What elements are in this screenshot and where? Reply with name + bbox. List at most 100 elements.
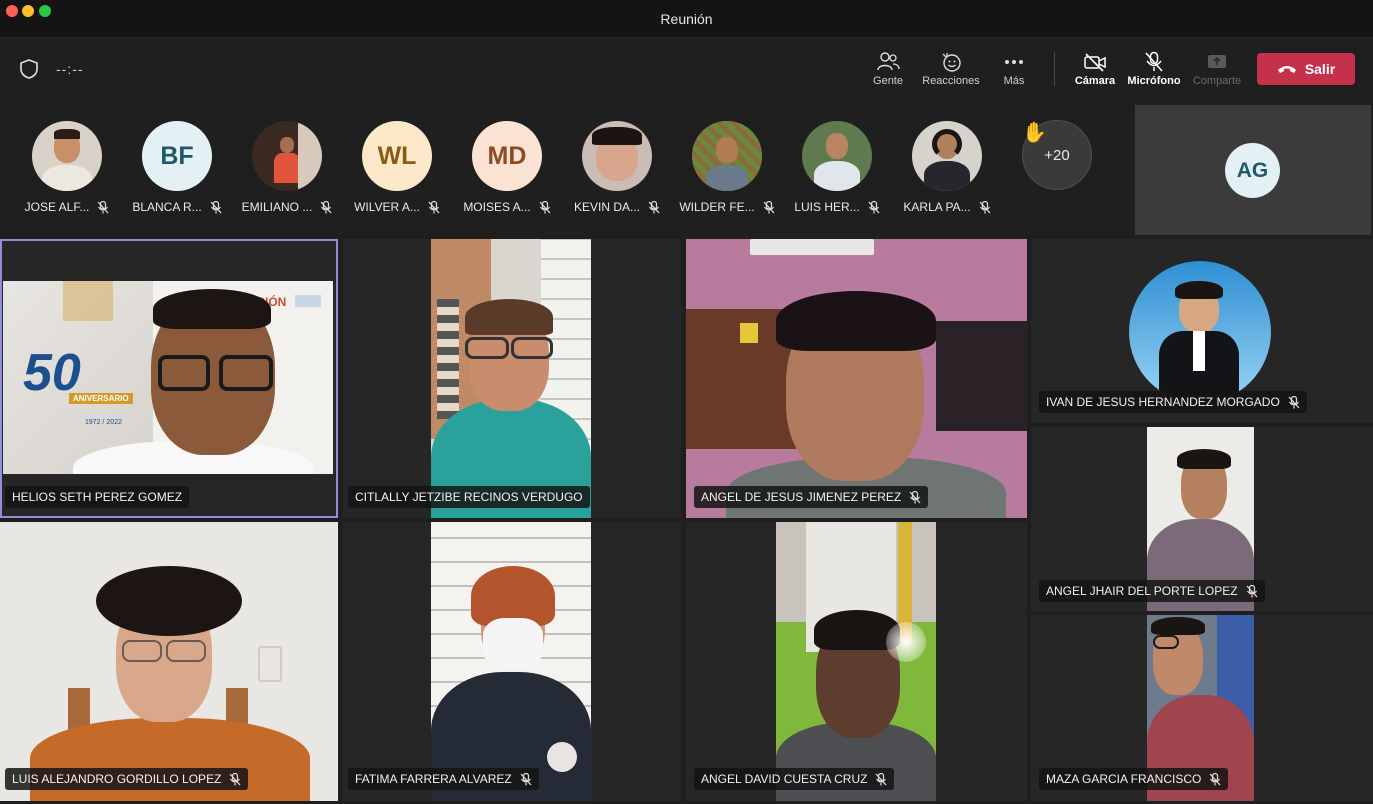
mic-muted-icon — [229, 773, 241, 786]
mic-muted-icon — [97, 201, 109, 214]
participant-name: HELIOS SETH PEREZ GOMEZ — [12, 490, 183, 504]
people-icon — [877, 52, 900, 71]
leave-meeting-button[interactable]: Salir — [1257, 53, 1355, 85]
camera-toggle-button[interactable]: Cámara — [1070, 49, 1120, 93]
mic-muted-icon — [539, 201, 551, 214]
participant-video — [686, 239, 1027, 518]
mic-muted-icon — [320, 201, 332, 214]
participant-video — [431, 522, 591, 801]
mic-muted-icon — [868, 201, 880, 214]
attendee-item[interactable]: WL WILVER A... — [342, 121, 452, 221]
participant-label: ANGEL DE JESUS JIMENEZ PEREZ — [694, 486, 929, 508]
self-avatar: AG — [1225, 143, 1280, 198]
attendee-item[interactable]: MD MOISES A... — [452, 121, 562, 221]
participant-label: HELIOS SETH PEREZ GOMEZ — [5, 486, 190, 508]
avatar — [582, 121, 652, 191]
mic-muted-icon — [1246, 585, 1258, 598]
video-tile-citlally[interactable]: CITLALLY JETZIBE RECINOS VERDUGO — [343, 239, 681, 518]
video-tile-angel-de-jesus[interactable]: ANGEL DE JESUS JIMENEZ PEREZ — [686, 239, 1027, 518]
attendee-name: KARLA PA... — [903, 200, 971, 214]
mic-muted-icon — [909, 491, 921, 504]
more-options-button[interactable]: Más — [996, 49, 1032, 93]
participant-video — [0, 522, 338, 801]
share-label: Comparte — [1192, 75, 1242, 87]
mic-muted-icon — [428, 201, 440, 214]
participant-name: MAZA GARCIA FRANCISCO — [1046, 772, 1202, 786]
attendee-name: JOSE ALF... — [24, 200, 90, 214]
raised-hand-icon: ✋ — [1022, 122, 1047, 144]
people-button[interactable]: Gente — [866, 49, 910, 93]
video-tile-ivan[interactable]: IVAN DE JESUS HERNANDEZ MORGADO — [1031, 239, 1373, 423]
participant-name: CITLALLY JETZIBE RECINOS VERDUGO — [355, 490, 583, 504]
participant-label: IVAN DE JESUS HERNANDEZ MORGADO — [1039, 391, 1307, 413]
video-tile-maza-garcia[interactable]: MAZA GARCIA FRANCISCO — [1031, 615, 1373, 801]
mic-muted-icon — [648, 201, 660, 214]
participant-label: MAZA GARCIA FRANCISCO — [1039, 768, 1229, 790]
avatar — [1129, 261, 1271, 403]
participant-name: ANGEL DAVID CUESTA CRUZ — [701, 772, 868, 786]
participant-name: ANGEL JHAIR DEL PORTE LOPEZ — [1046, 584, 1238, 598]
microphone-toggle-button[interactable]: Micrófono — [1126, 49, 1182, 93]
toolbar-divider — [1054, 52, 1055, 86]
avatar — [802, 121, 872, 191]
camera-label: Cámara — [1074, 75, 1116, 87]
attendee-item[interactable]: KEVIN DA... — [562, 121, 672, 221]
participant-name: IVAN DE JESUS HERNANDEZ MORGADO — [1046, 395, 1280, 409]
participant-label: ANGEL JHAIR DEL PORTE LOPEZ — [1039, 580, 1265, 602]
avatar — [32, 121, 102, 191]
mic-muted-icon — [520, 773, 532, 786]
self-view: AG — [1135, 105, 1371, 235]
window-title: Reunión — [660, 11, 713, 27]
mic-muted-icon — [1288, 396, 1300, 409]
attendee-item[interactable]: KARLA PA... — [892, 121, 1002, 221]
reactions-label: Reacciones — [922, 75, 980, 87]
mic-muted-icon — [979, 201, 991, 214]
leave-label: Salir — [1304, 61, 1336, 77]
shield-icon[interactable] — [18, 58, 40, 80]
attendee-item[interactable]: JOSE ALF... — [12, 121, 122, 221]
attendee-name: KEVIN DA... — [573, 200, 641, 214]
video-tile-helios[interactable]: 50 ANIVERSARIO 1972 / 2022 CACIÓN HELIOS… — [0, 239, 338, 518]
video-tile-fatima[interactable]: FATIMA FARRERA ALVAREZ — [343, 522, 681, 801]
participant-label: ANGEL DAVID CUESTA CRUZ — [694, 768, 895, 790]
avatar — [912, 121, 982, 191]
video-tile-angel-jhair[interactable]: ANGEL JHAIR DEL PORTE LOPEZ — [1031, 427, 1373, 611]
microphone-off-icon — [1145, 51, 1163, 72]
mic-muted-icon — [763, 201, 775, 214]
presenter-video: 50 ANIVERSARIO 1972 / 2022 CACIÓN — [3, 281, 333, 474]
camera-off-icon — [1084, 53, 1106, 72]
slide-years: 1972 / 2022 — [85, 419, 122, 426]
more-label: Más — [1003, 75, 1025, 87]
share-screen-icon — [1208, 55, 1226, 68]
mic-muted-icon — [1209, 773, 1221, 786]
attendee-item[interactable]: LUIS HER... — [782, 121, 892, 221]
reactions-icon — [942, 53, 961, 72]
participant-video — [776, 522, 936, 801]
attendee-name: EMILIANO ... — [241, 200, 313, 214]
video-tile-angel-david[interactable]: ANGEL DAVID CUESTA CRUZ — [686, 522, 1027, 801]
participant-label: CITLALLY JETZIBE RECINOS VERDUGO — [348, 486, 590, 508]
people-label: Gente — [873, 75, 903, 87]
attendee-item[interactable]: WILDER FE... — [672, 121, 782, 221]
share-button[interactable]: Comparte — [1188, 49, 1246, 93]
attendee-item[interactable]: EMILIANO ... — [232, 121, 342, 221]
attendee-item[interactable]: BF BLANCA R... — [122, 121, 232, 221]
meeting-timer: --:-- — [56, 61, 84, 77]
participant-label: FATIMA FARRERA ALVAREZ — [348, 768, 539, 790]
reactions-button[interactable]: Reacciones — [918, 49, 984, 93]
participant-name: ANGEL DE JESUS JIMENEZ PEREZ — [701, 490, 902, 504]
attendee-name: BLANCA R... — [132, 200, 202, 214]
microphone-label: Micrófono — [1127, 75, 1181, 87]
title-bar: Reunión — [0, 0, 1373, 38]
avatar: MD — [472, 121, 542, 191]
participant-label: LUIS ALEJANDRO GORDILLO LOPEZ — [5, 768, 249, 790]
avatar — [252, 121, 322, 191]
participant-name: LUIS ALEJANDRO GORDILLO LOPEZ — [12, 772, 222, 786]
slide-banner: ANIVERSARIO — [69, 393, 133, 404]
avatar — [692, 121, 762, 191]
attendee-name: MOISES A... — [463, 200, 531, 214]
mic-muted-icon — [875, 773, 887, 786]
ellipsis-icon — [1005, 60, 1023, 64]
mic-muted-icon — [210, 201, 222, 214]
video-tile-luis-alejandro[interactable]: LUIS ALEJANDRO GORDILLO LOPEZ — [0, 522, 338, 801]
